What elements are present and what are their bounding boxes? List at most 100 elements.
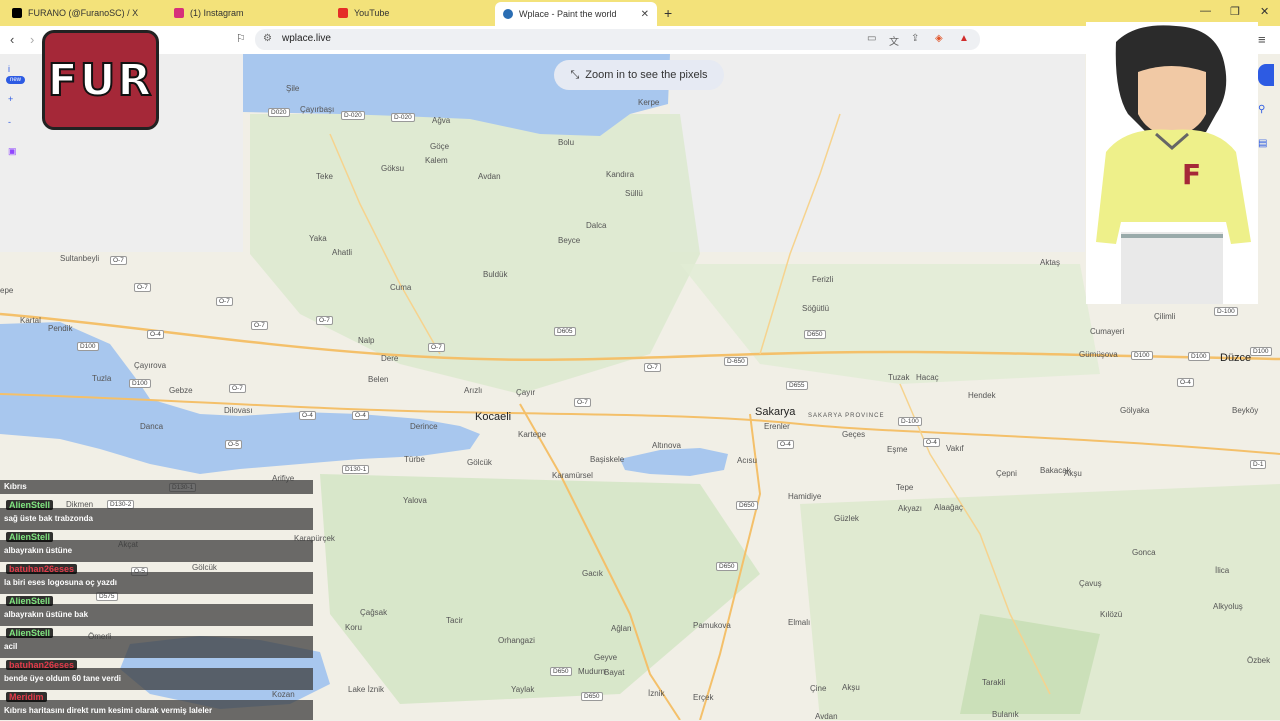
url-text: wplace.live — [282, 33, 331, 44]
search-icon[interactable]: ⚲ — [1258, 104, 1265, 115]
minimize-button[interactable]: — — [1200, 5, 1211, 17]
tab-label: FURANO (@FuranoSC) / X — [28, 8, 139, 18]
map-city-label: Sakarya — [755, 406, 796, 418]
tab-youtube[interactable]: YouTube — [330, 2, 494, 24]
new-tab-button[interactable]: + — [664, 5, 672, 21]
chat-username: batuhan26eses — [6, 660, 78, 670]
map-place-label: Çepni — [996, 469, 1017, 478]
zoom-in-button[interactable]: + — [8, 94, 13, 104]
road-shield: O-7 — [428, 343, 445, 352]
streamer-logo: FUR — [42, 30, 159, 130]
zoom-hint-text: Zoom in to see the pixels — [585, 69, 708, 81]
restore-button[interactable]: ❐ — [1230, 5, 1240, 18]
translate-icon[interactable]: 文 — [889, 33, 899, 48]
chat-text: bende üye oldum 60 tane verdi — [4, 674, 121, 683]
leaderboard-icon[interactable]: ▤ — [1258, 138, 1267, 149]
road-shield: D650 — [736, 501, 758, 510]
map-place-label: Başiskele — [590, 455, 625, 464]
map-place-label: Ağlan — [611, 624, 632, 633]
map-place-label: Kozan — [272, 690, 295, 699]
site-info-icon[interactable]: ⚙ — [263, 33, 272, 44]
chat-text: Kıbrıs haritasını direkt rum kesimi olar… — [4, 706, 213, 715]
map-place-label: Göksu — [381, 164, 405, 173]
map-place-label: Kartal — [20, 316, 41, 325]
map-place-label: Avdan — [478, 172, 501, 181]
info-icon[interactable]: i — [8, 64, 10, 74]
close-tab-icon[interactable]: ✕ — [641, 9, 649, 20]
map-place-label: Bulanık — [992, 710, 1019, 719]
road-shield: D650 — [581, 692, 603, 701]
map-place-label: Vakıf — [946, 444, 964, 453]
map-place-label: Çayırova — [134, 361, 167, 370]
road-shield: D100 — [1188, 352, 1210, 361]
map-place-label: Yaylak — [511, 685, 535, 694]
map-place-label: Türbe — [404, 455, 425, 464]
map-place-label: Teke — [316, 172, 333, 181]
zoom-out-button[interactable]: - — [8, 117, 11, 127]
address-field[interactable]: ⚙ wplace.live ▭ 文 ⇪ ◈ ▲ — [255, 29, 980, 50]
chat-username: AlienStell — [6, 596, 54, 606]
map-place-label: Bolu — [558, 138, 575, 147]
chat-message: AlienStell albayrakın üstüne — [0, 532, 313, 562]
map-place-label: Çavuş — [1079, 579, 1102, 588]
chat-text: la biri eses logosuna oç yazdı — [4, 578, 117, 587]
profile-button[interactable] — [1258, 64, 1274, 86]
tab-x[interactable]: FURANO (@FuranoSC) / X — [4, 2, 164, 24]
map-place-label: Tarakli — [982, 678, 1006, 687]
chat-message: AlienStell sağ üste bak trabzonda — [0, 500, 313, 530]
chat-message: batuhan26eses la biri eses logosuna oç y… — [0, 564, 313, 594]
map-place-label: Koru — [345, 623, 362, 632]
road-shield: D605 — [554, 327, 576, 336]
map-place-label: Yalova — [403, 496, 427, 505]
map-city-label: Düzce — [1220, 352, 1252, 364]
map-place-label: Gölcük — [467, 458, 492, 467]
map-place-label: Gümüşova — [1079, 350, 1118, 359]
road-shield: D-650 — [724, 357, 748, 366]
map-place-label: Çayırbaşı — [300, 105, 335, 114]
chat-username: AlienStell — [6, 500, 54, 510]
chat-text: albayrakın üstüne bak — [4, 610, 89, 619]
screen-icon[interactable]: ▭ — [867, 33, 876, 44]
map-place-label: Alkyoluş — [1213, 602, 1243, 611]
map-place-label: İlica — [1215, 566, 1230, 575]
map-place-label: Gebze — [169, 386, 193, 395]
map-place-label: Geçes — [842, 430, 866, 439]
map-place-label: Pamukova — [693, 621, 731, 630]
forward-button[interactable]: › — [30, 32, 34, 47]
streamer-avatar: F — [1086, 22, 1258, 304]
map-place-label: Çilimli — [1154, 312, 1176, 321]
road-shield: O-7 — [134, 283, 151, 292]
back-button[interactable]: ‹ — [10, 32, 14, 47]
tab-instagram[interactable]: (1) Instagram — [166, 2, 330, 24]
close-window-button[interactable]: ✕ — [1260, 5, 1269, 18]
chat-username: Meridim — [6, 692, 47, 702]
rewards-icon[interactable]: ▲ — [959, 33, 969, 44]
road-shield: O-5 — [225, 440, 242, 449]
road-shield: D-100 — [898, 417, 922, 426]
share-icon[interactable]: ⇪ — [911, 33, 919, 44]
tab-label: Wplace - Paint the world — [519, 9, 617, 19]
brave-shield-icon[interactable]: ◈ — [935, 33, 943, 44]
map-place-label: Acısu — [737, 456, 758, 465]
map-place-label: Erenler — [764, 422, 790, 431]
twitch-icon[interactable]: ▣ — [8, 146, 17, 157]
map-place-label: Güzlek — [834, 514, 859, 523]
road-shield: O-4 — [1177, 378, 1194, 387]
menu-icon[interactable]: ≡ — [1258, 32, 1266, 47]
map-place-label: Şile — [286, 84, 300, 93]
logo-text: FUR — [47, 54, 154, 107]
bookmark-icon[interactable]: ⚐ — [236, 32, 246, 45]
chat-username: AlienStell — [6, 628, 54, 638]
zoom-hint-pill[interactable]: ⤡ Zoom in to see the pixels — [554, 60, 724, 90]
map-place-label: Akyazı — [898, 504, 923, 513]
map-place-label: Cuma — [390, 283, 412, 292]
road-shield: D130-1 — [342, 465, 370, 474]
map-place-label: Nalp — [358, 336, 375, 345]
map-place-label: Akşu — [842, 683, 860, 692]
map-place-label: Mudurn — [578, 667, 606, 676]
tab-wplace[interactable]: Wplace - Paint the world ✕ — [495, 2, 657, 26]
map-place-label: Kalem — [425, 156, 448, 165]
road-shield: O-7 — [251, 321, 268, 330]
road-shield: D100 — [129, 379, 151, 388]
map-place-label: Pendik — [48, 324, 73, 333]
